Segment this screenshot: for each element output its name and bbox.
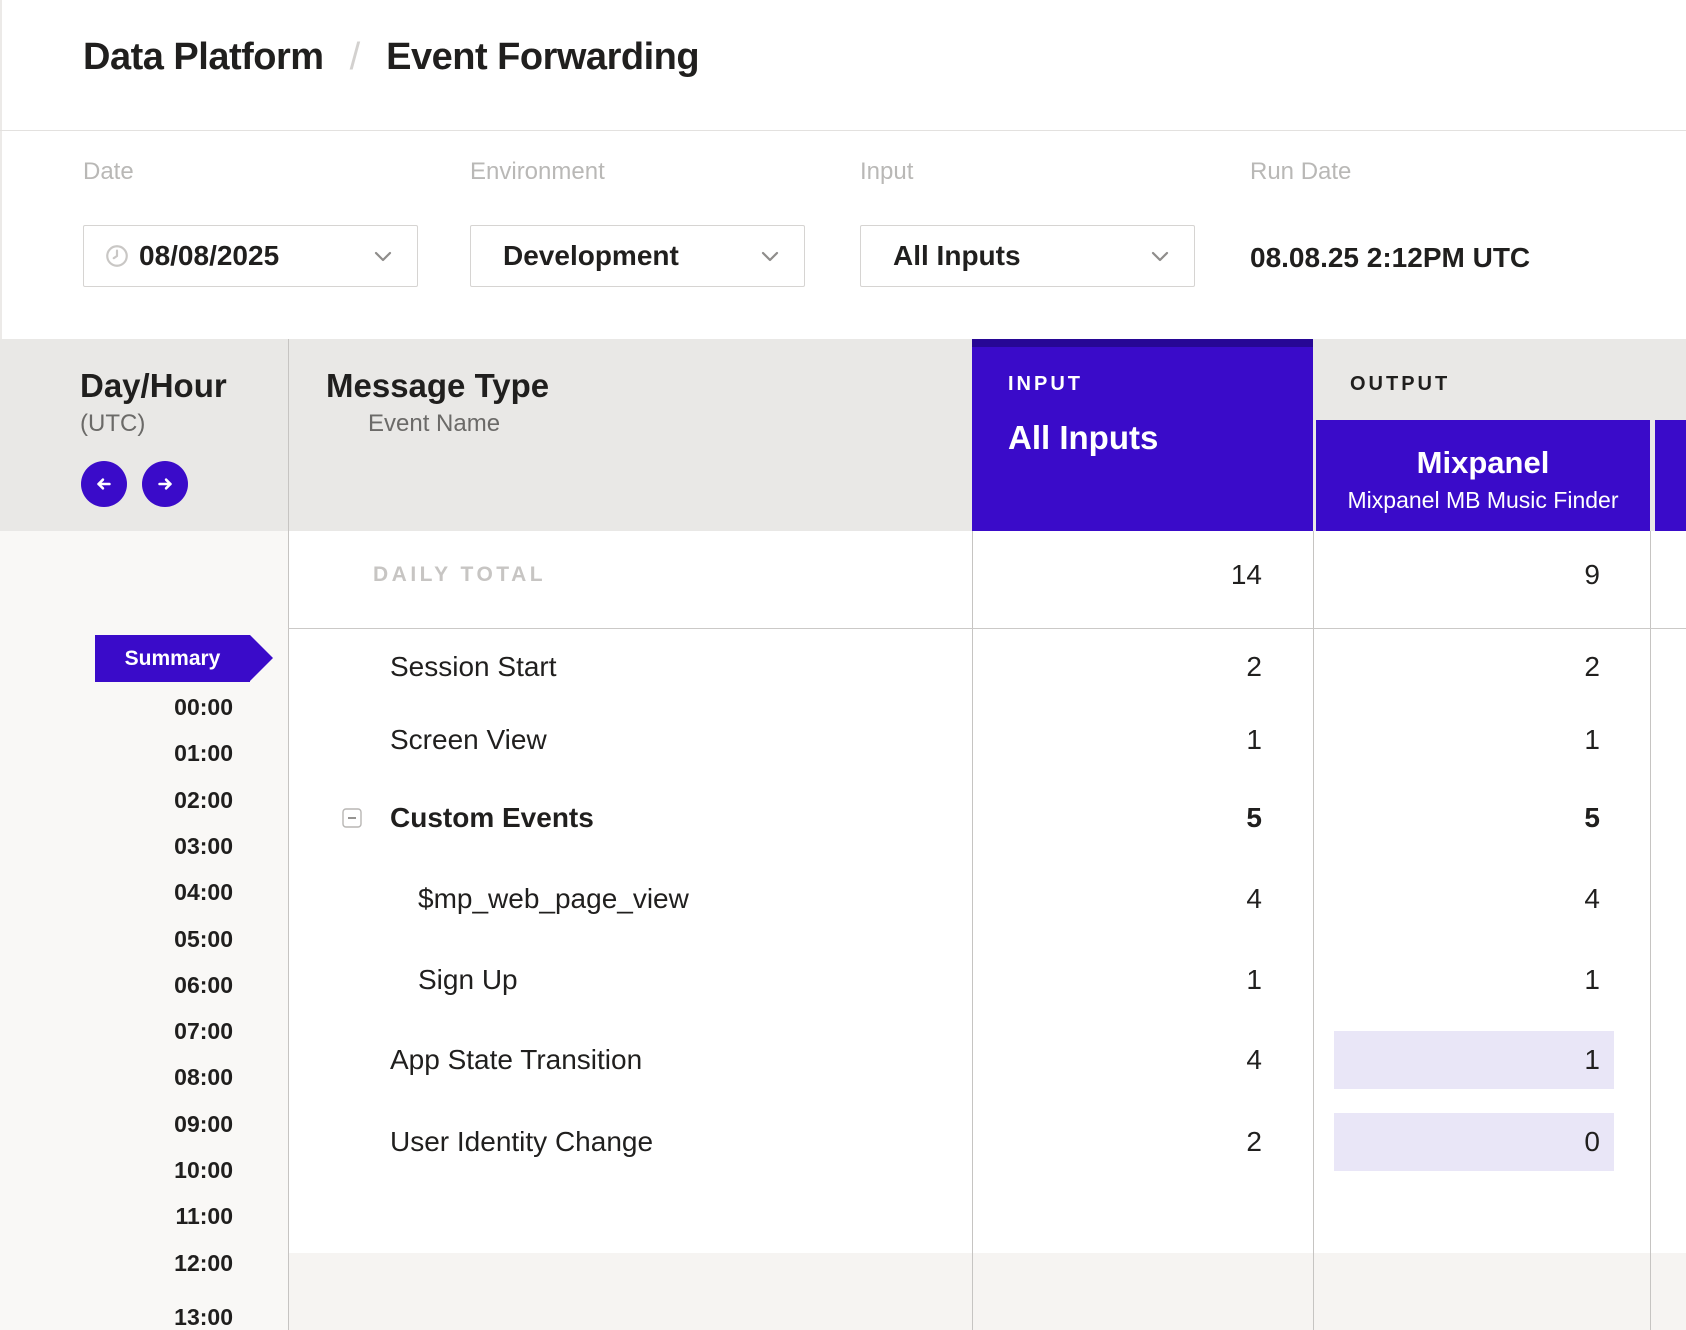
hour-row-selector[interactable]: 10:00 <box>0 1155 233 1185</box>
grid-line-day-hour <box>288 339 289 1330</box>
output-column-header[interactable]: Mixpanel Mixpanel MB Music Finder <box>1316 420 1650 531</box>
hour-row-selector[interactable]: 11:00 <box>0 1201 233 1231</box>
date-dropdown[interactable]: 08/08/2025 <box>83 225 418 287</box>
message-type-column-subtitle: Event Name <box>368 410 500 438</box>
summary-row-selector[interactable]: Summary <box>95 635 273 682</box>
input-dropdown-value: All Inputs <box>893 240 1021 272</box>
event-row-label: App State Transition <box>390 1044 642 1076</box>
event-row-output-value: 0 <box>1314 1126 1600 1158</box>
breadcrumb: Data Platform / Event Forwarding <box>83 36 699 79</box>
clock-icon <box>104 243 130 269</box>
environment-filter-label: Environment <box>470 158 605 186</box>
grid-line-output-right <box>1650 531 1651 1330</box>
input-column-header[interactable]: INPUT All Inputs <box>972 339 1313 531</box>
summary-badge-label: Summary <box>95 635 250 682</box>
daily-total-input-value: 14 <box>972 559 1262 591</box>
input-dropdown[interactable]: All Inputs <box>860 225 1195 287</box>
event-row-output-value: 1 <box>1314 1044 1600 1076</box>
event-row-input-value: 1 <box>972 724 1262 756</box>
hour-row-selector[interactable]: 02:00 <box>0 785 233 815</box>
hour-row-selector[interactable]: 04:00 <box>0 877 233 907</box>
hour-row-selector[interactable]: 01:00 <box>0 738 233 768</box>
input-column-title: All Inputs <box>1008 419 1158 457</box>
event-row-output-value: 4 <box>1314 883 1600 915</box>
hour-row-selector[interactable]: 00:00 <box>0 692 233 722</box>
arrow-right-icon <box>152 471 178 497</box>
summary-badge-arrow <box>250 635 273 681</box>
hour-row-selector[interactable]: 05:00 <box>0 924 233 954</box>
arrow-left-icon <box>91 471 117 497</box>
message-type-column-title: Message Type <box>326 367 549 405</box>
day-hour-column-title: Day/Hour <box>80 367 227 405</box>
hour-row-selector[interactable]: 03:00 <box>0 831 233 861</box>
daily-total-label: DAILY TOTAL <box>373 562 546 588</box>
event-row-input-value: 2 <box>972 1126 1262 1158</box>
hour-row-selector[interactable]: 06:00 <box>0 970 233 1000</box>
chevron-down-icon <box>758 244 782 268</box>
event-row-output-value: 1 <box>1314 724 1600 756</box>
environment-dropdown[interactable]: Development <box>470 225 805 287</box>
input-column-top-strip <box>972 339 1313 347</box>
header-divider <box>0 130 1686 131</box>
previous-day-button[interactable] <box>81 461 127 507</box>
event-row-label: Session Start <box>390 651 557 683</box>
next-day-button[interactable] <box>142 461 188 507</box>
date-dropdown-value: 08/08/2025 <box>139 240 279 272</box>
event-row-label: User Identity Change <box>390 1126 653 1158</box>
event-forwarding-page: Data Platform / Event Forwarding Date 08… <box>0 0 1686 1330</box>
input-filter-label: Input <box>860 158 913 186</box>
daily-total-divider <box>288 628 1686 629</box>
event-row-output-value: 1 <box>1314 964 1600 996</box>
environment-dropdown-value: Development <box>503 240 679 272</box>
date-filter-label: Date <box>83 158 134 186</box>
page-title: Event Forwarding <box>386 36 699 79</box>
next-output-column-partial[interactable] <box>1655 420 1686 531</box>
event-row-input-value: 5 <box>972 802 1262 834</box>
daily-total-output-value: 9 <box>1314 559 1600 591</box>
output-column-title: Mixpanel <box>1316 446 1650 480</box>
chevron-down-icon <box>371 244 395 268</box>
hour-row-selector[interactable]: 07:00 <box>0 1016 233 1046</box>
output-section-label: OUTPUT <box>1350 372 1450 396</box>
table-footer-zone <box>288 1253 1686 1330</box>
breadcrumb-separator: / <box>350 36 361 79</box>
run-date-label: Run Date <box>1250 158 1351 186</box>
hour-row-selector[interactable]: 09:00 <box>0 1109 233 1139</box>
hour-row-selector[interactable]: 13:00 <box>0 1302 233 1330</box>
event-row-label: Sign Up <box>418 964 518 996</box>
chevron-down-icon <box>1148 244 1172 268</box>
event-row-input-value: 4 <box>972 1044 1262 1076</box>
hour-row-selector[interactable]: 12:00 <box>0 1248 233 1278</box>
run-date-value: 08.08.25 2:12PM UTC <box>1250 242 1530 274</box>
hour-row-selector[interactable]: 08:00 <box>0 1062 233 1092</box>
breadcrumb-section[interactable]: Data Platform <box>83 36 324 79</box>
output-column-subtitle: Mixpanel MB Music Finder <box>1316 487 1650 514</box>
event-row-input-value: 4 <box>972 883 1262 915</box>
event-row-input-value: 1 <box>972 964 1262 996</box>
event-row-label: $mp_web_page_view <box>418 883 689 915</box>
minus-square-icon[interactable] <box>342 808 362 828</box>
event-row-label: Custom Events <box>390 802 594 834</box>
event-row-input-value: 2 <box>972 651 1262 683</box>
input-column-label: INPUT <box>1008 372 1083 396</box>
event-row-label: Screen View <box>390 724 547 756</box>
event-row-output-value: 5 <box>1314 802 1600 834</box>
event-row-output-value: 2 <box>1314 651 1600 683</box>
day-hour-column-subtitle: (UTC) <box>80 410 145 438</box>
